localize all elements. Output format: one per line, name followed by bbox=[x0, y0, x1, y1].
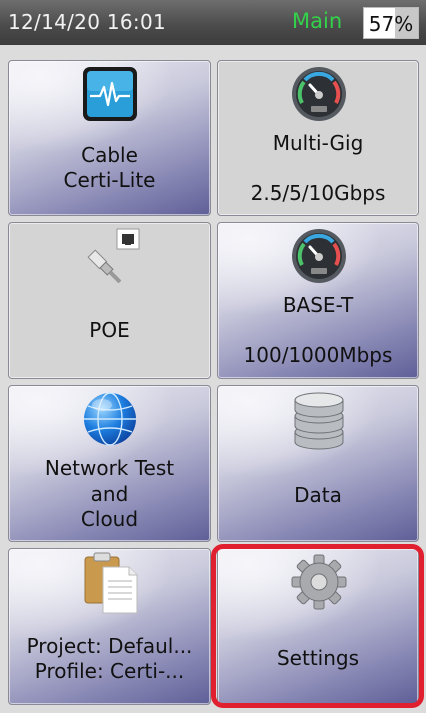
tile-label: Cloud bbox=[80, 507, 139, 531]
tile-label: Cable bbox=[81, 143, 138, 167]
profile-label: Profile: Certi-... bbox=[34, 659, 185, 683]
base-t-tile[interactable]: BASE-T 100/1000Mbps bbox=[217, 222, 419, 379]
network-test-cloud-tile[interactable]: Network Test and Cloud bbox=[8, 385, 211, 542]
clipboard-icon bbox=[84, 552, 138, 614]
multi-gig-tile[interactable]: Multi-Gig 2.5/5/10Gbps bbox=[217, 60, 419, 216]
ethernet-plug-icon bbox=[87, 228, 140, 284]
status-bar: 12/14/20 16:01 Main 57% bbox=[0, 0, 426, 45]
tile-label: Network Test bbox=[44, 456, 175, 480]
database-icon bbox=[294, 392, 344, 450]
gauge-icon bbox=[292, 229, 346, 283]
tile-label: and bbox=[90, 482, 129, 506]
tile-label: Settings bbox=[276, 646, 360, 670]
tile-label: Multi-Gig bbox=[272, 131, 364, 155]
tile-label: Certi-Lite bbox=[63, 168, 156, 192]
poe-tile[interactable]: POE bbox=[8, 222, 211, 379]
mode-indicator: Main bbox=[292, 9, 343, 33]
battery-indicator: 57% bbox=[363, 7, 419, 39]
tile-label: BASE-T bbox=[282, 293, 354, 317]
tile-label: 100/1000Mbps bbox=[243, 343, 393, 367]
globe-icon bbox=[84, 392, 136, 446]
project-profile-tile[interactable]: Project: Defaul... Profile: Certi-... bbox=[8, 548, 211, 705]
gauge-icon bbox=[292, 67, 346, 121]
tile-label: POE bbox=[89, 318, 130, 342]
gear-icon bbox=[291, 554, 347, 610]
settings-tile[interactable]: Settings bbox=[217, 548, 419, 705]
cable-certi-lite-tile[interactable]: Cable Certi-Lite bbox=[8, 60, 211, 216]
date-time: 12/14/20 16:01 bbox=[8, 10, 167, 34]
tile-label: 2.5/5/10Gbps bbox=[250, 181, 386, 205]
project-label: Project: Defaul... bbox=[26, 634, 193, 658]
battery-percent: 57% bbox=[368, 12, 414, 36]
data-tile[interactable]: Data bbox=[217, 385, 419, 542]
tile-label: Data bbox=[294, 483, 342, 507]
oscilloscope-icon bbox=[83, 67, 137, 121]
